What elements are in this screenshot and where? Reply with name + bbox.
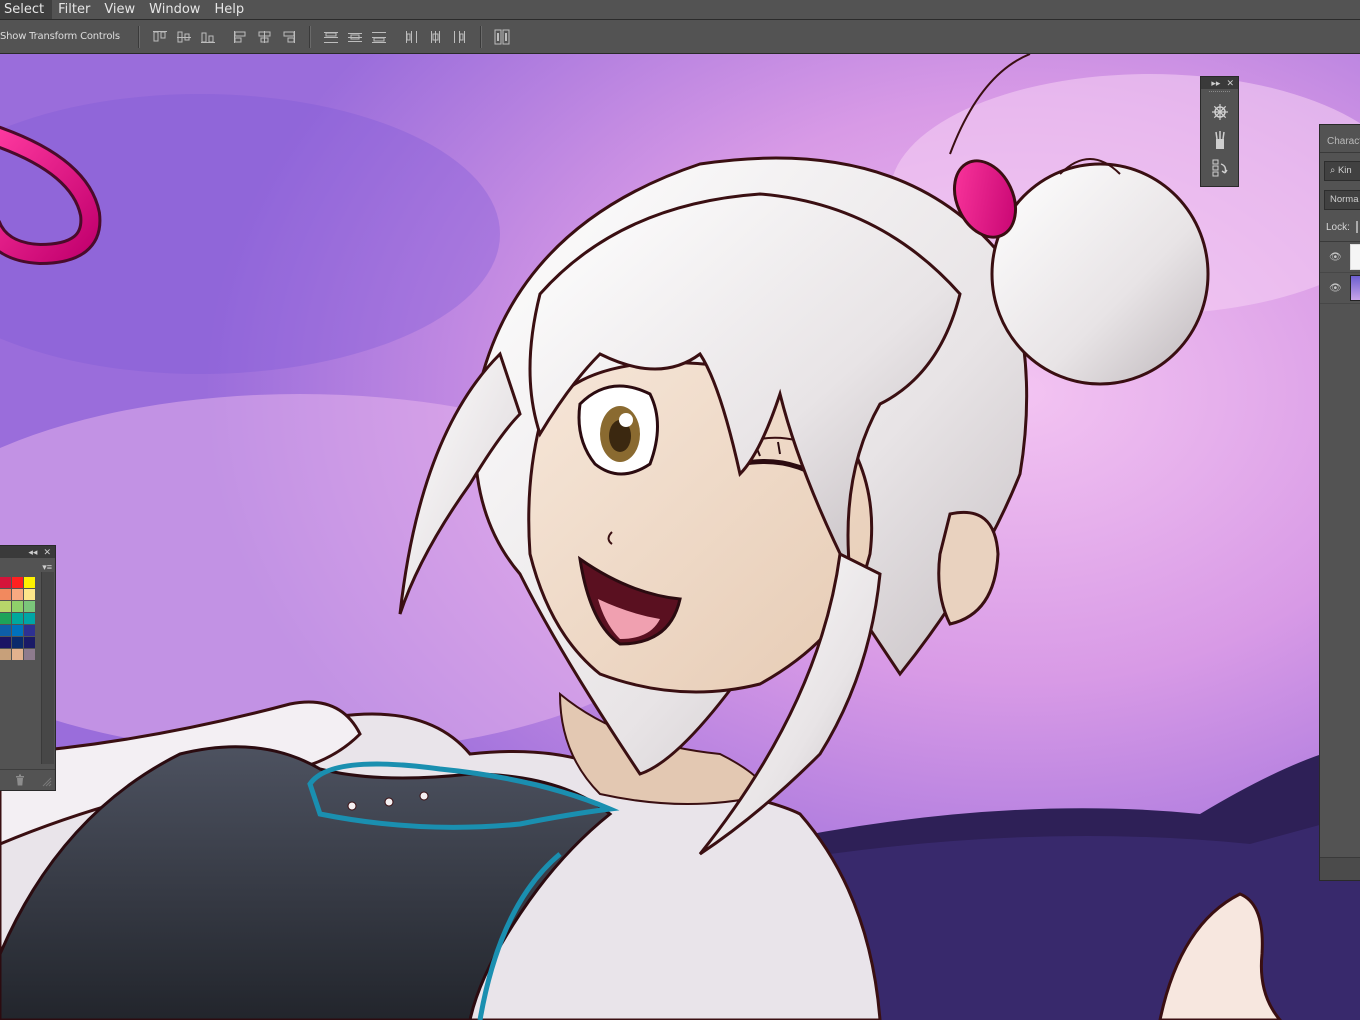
brush-presets-panel-button[interactable] xyxy=(1201,126,1238,154)
color-swatch[interactable] xyxy=(0,577,11,588)
search-icon: ⌕ xyxy=(1330,165,1336,176)
color-swatch[interactable] xyxy=(24,613,35,624)
color-swatch[interactable] xyxy=(12,625,23,636)
collapse-panel-icon[interactable]: ◂◂ xyxy=(28,547,37,558)
lock-transparent-pixels-icon[interactable] xyxy=(1355,221,1358,234)
anime-girl-illustration xyxy=(0,54,1360,1020)
color-swatch[interactable] xyxy=(0,625,11,636)
blend-mode-value: Norma xyxy=(1330,194,1359,205)
lock-label: Lock: xyxy=(1326,222,1350,233)
distribute-right-edges-icon[interactable] xyxy=(451,29,469,45)
options-separator xyxy=(137,25,140,48)
distribute-horizontal-centers-icon[interactable] xyxy=(427,29,445,45)
color-swatch[interactable] xyxy=(24,577,35,588)
ship-wheel-icon xyxy=(1211,104,1228,120)
options-separator xyxy=(479,25,482,48)
swatch-grid xyxy=(0,577,35,660)
layers-panel: Charact ⌕ Kin Norma Lock: 👁 👁 xyxy=(1319,124,1360,881)
color-swatch[interactable] xyxy=(12,577,23,588)
menu-help[interactable]: Help xyxy=(208,0,252,19)
blend-mode-select[interactable]: Norma xyxy=(1324,190,1360,210)
layer-row[interactable]: 👁 xyxy=(1320,242,1360,273)
distribute-left-edges-icon[interactable] xyxy=(403,29,421,45)
menu-select[interactable]: Select xyxy=(0,0,53,19)
layer-thumbnail xyxy=(1349,244,1360,270)
swatches-panel: ◂◂ ✕ ▾≡ xyxy=(0,545,56,791)
auto-align-layers-icon[interactable] xyxy=(493,29,511,45)
document-canvas[interactable] xyxy=(0,54,1360,1020)
color-swatch[interactable] xyxy=(0,613,11,624)
color-swatch[interactable] xyxy=(0,637,11,648)
layer-thumbnail xyxy=(1349,275,1360,301)
menu-view[interactable]: View xyxy=(98,0,143,19)
align-right-edges-icon[interactable] xyxy=(280,29,298,45)
swatches-panel-footer xyxy=(0,769,55,790)
color-swatch[interactable] xyxy=(12,613,23,624)
menu-bar: Select Filter View Window Help xyxy=(0,0,1360,20)
layers-panel-footer xyxy=(1320,857,1360,880)
align-horizontal-centers-icon[interactable] xyxy=(256,29,274,45)
swatches-panel-header: ◂◂ ✕ xyxy=(0,546,55,558)
color-swatch[interactable] xyxy=(12,649,23,660)
show-transform-controls-label: Show Transform Controls xyxy=(0,31,120,42)
photoshop-window: Select Filter View Window Help Show Tran… xyxy=(0,0,1360,1020)
color-swatch[interactable] xyxy=(12,637,23,648)
color-swatch[interactable] xyxy=(24,625,35,636)
color-swatch[interactable] xyxy=(24,589,35,600)
align-left-edges-icon[interactable] xyxy=(232,29,250,45)
history-panel-button[interactable] xyxy=(1201,154,1238,182)
lock-row: Lock: xyxy=(1326,219,1360,237)
swatches-scrollbar[interactable] xyxy=(41,572,54,764)
layer-row[interactable]: 👁 xyxy=(1320,273,1360,304)
color-swatch[interactable] xyxy=(0,601,11,612)
collapsed-panel-dock: ▸▸ ✕ xyxy=(1200,76,1239,187)
layer-filter-kind-field[interactable]: ⌕ Kin xyxy=(1324,161,1360,181)
options-separator xyxy=(308,25,311,48)
history-icon xyxy=(1212,159,1228,177)
navigator-panel-button[interactable] xyxy=(1201,98,1238,126)
color-swatch[interactable] xyxy=(12,589,23,600)
color-swatch[interactable] xyxy=(24,649,35,660)
dock-header: ▸▸ ✕ xyxy=(1201,77,1238,89)
color-swatch[interactable] xyxy=(12,601,23,612)
close-dock-icon[interactable]: ✕ xyxy=(1226,78,1234,89)
color-swatch[interactable] xyxy=(0,649,11,660)
distribute-vertical-centers-icon[interactable] xyxy=(346,29,364,45)
color-swatch[interactable] xyxy=(24,601,35,612)
show-transform-controls-checkbox[interactable]: Show Transform Controls xyxy=(0,31,120,42)
filter-kind-label: Kin xyxy=(1337,165,1352,176)
brush-icon xyxy=(1214,131,1225,149)
close-panel-icon[interactable]: ✕ xyxy=(43,547,51,558)
eye-visibility-icon[interactable]: 👁 xyxy=(1329,252,1342,263)
menu-window[interactable]: Window xyxy=(143,0,208,19)
dock-grip[interactable] xyxy=(1209,91,1230,98)
menu-filter[interactable]: Filter xyxy=(52,0,98,19)
trash-icon[interactable] xyxy=(15,774,25,786)
distribute-bottom-edges-icon[interactable] xyxy=(370,29,388,45)
tab-character[interactable]: Charact xyxy=(1320,131,1360,153)
color-swatch[interactable] xyxy=(24,637,35,648)
options-bar: Show Transform Controls xyxy=(0,20,1360,54)
eye-visibility-icon[interactable]: 👁 xyxy=(1329,283,1342,294)
align-bottom-edges-icon[interactable] xyxy=(199,29,217,45)
resize-grip-icon[interactable] xyxy=(42,777,52,787)
color-swatch[interactable] xyxy=(0,589,11,600)
distribute-top-edges-icon[interactable] xyxy=(322,29,340,45)
align-vertical-centers-icon[interactable] xyxy=(175,29,193,45)
align-top-edges-icon[interactable] xyxy=(151,29,169,45)
expand-panels-icon[interactable]: ▸▸ xyxy=(1211,78,1220,89)
